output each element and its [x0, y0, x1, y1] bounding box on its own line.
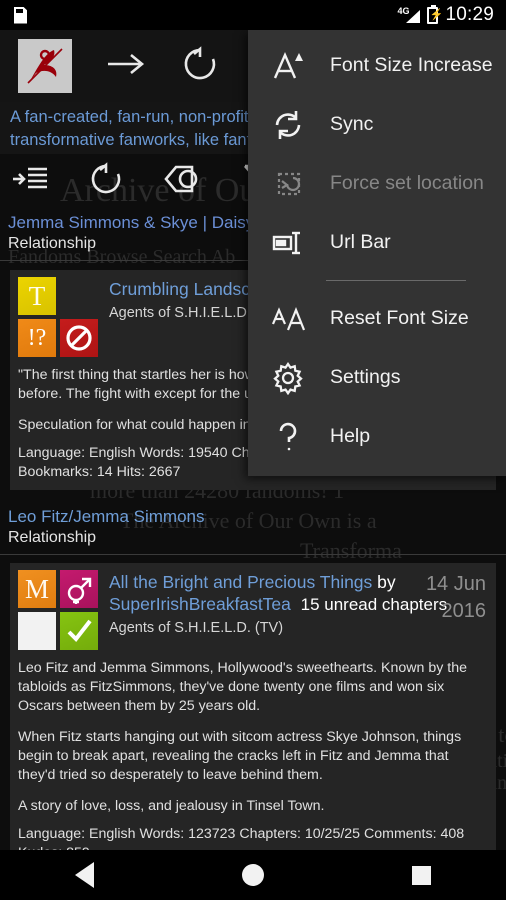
work-badges: T !? [18, 277, 100, 357]
warning-none-icon[interactable] [18, 612, 56, 650]
category-het-icon[interactable] [60, 570, 98, 608]
recents-icon [412, 865, 432, 885]
reload-icon[interactable] [180, 44, 220, 89]
work-summary: Leo Fitz and Jemma Simmons, Hollywood's … [18, 659, 488, 816]
work-author-link[interactable]: SuperIrishBreakfastTea [109, 594, 291, 614]
menu-item-label: Reset Font Size [330, 307, 469, 329]
work-summary-paragraph: A story of love, loss, and jealousy in T… [18, 798, 325, 814]
menu-item-font-size-increase[interactable]: Font Size Increase [248, 36, 506, 95]
signal-bars-icon [406, 10, 421, 23]
tag-header-2: Leo Fitz/Jemma Simmons Relationship [0, 500, 506, 555]
work-date-year: 2016 [441, 600, 487, 622]
indent-list-icon[interactable] [10, 162, 50, 201]
rating-teen-icon[interactable]: T [18, 277, 56, 315]
back-icon [74, 862, 94, 888]
phone-screen: 4G ⚡ 10:29 Archive of Our Own Fandoms Bro… [0, 0, 506, 900]
work-title-link[interactable]: All the Bright and Precious Things [109, 572, 372, 592]
work-summary-paragraph: Leo Fitz and Jemma Simmons, Hollywood's … [18, 660, 468, 714]
force-set-location-icon [270, 166, 306, 202]
work-date: 14 Jun 2016 [426, 571, 486, 625]
reset-font-size-icon [270, 301, 306, 337]
tags-icon[interactable] [162, 162, 204, 201]
work-card[interactable]: 14 Jun 2016 M All the Bright and Precious… [10, 563, 496, 890]
nav-recents-button[interactable] [337, 865, 506, 885]
menu-item-url-bar[interactable]: Url Bar [248, 213, 506, 272]
menu-item-reset-font-size[interactable]: Reset Font Size [248, 289, 506, 348]
work-badges: M [18, 570, 100, 650]
work-date-day: 14 Jun [425, 573, 486, 595]
rating-mature-icon[interactable]: M [18, 570, 56, 608]
ao3-logo-icon[interactable] [18, 39, 72, 93]
menu-separator [326, 280, 466, 281]
tag-type: Relationship [8, 529, 97, 546]
sync-icon [270, 107, 306, 143]
refresh-icon[interactable] [86, 159, 126, 204]
tag-name[interactable]: Leo Fitz/Jemma Simmons [8, 506, 498, 527]
android-navigation-bar [0, 850, 506, 900]
menu-item-settings[interactable]: Settings [248, 348, 506, 407]
nav-home-button[interactable] [169, 864, 338, 886]
menu-item-label: Force set location [330, 172, 484, 194]
status-bar-right: 4G ⚡ 10:29 [397, 4, 506, 26]
work-complete-icon[interactable] [60, 612, 98, 650]
status-bar: 4G ⚡ 10:29 [0, 0, 506, 30]
nav-back-button[interactable] [0, 862, 169, 888]
home-icon [242, 864, 264, 886]
work-incomplete-icon[interactable] [60, 319, 98, 357]
menu-item-label: Settings [330, 366, 401, 388]
menu-item-label: Help [330, 425, 371, 447]
menu-item-force-set-location: Force set location [248, 154, 506, 213]
signal-4g-icon: 4G [397, 6, 421, 23]
help-icon [270, 419, 306, 455]
forward-icon[interactable] [104, 49, 148, 84]
by-word: by [372, 572, 396, 592]
battery-charging-icon: ⚡ [427, 4, 443, 24]
sd-card-icon [14, 6, 27, 24]
warning-choose-not-to-use-icon[interactable]: !? [18, 319, 56, 357]
status-bar-left [0, 6, 27, 24]
menu-item-label: Url Bar [330, 231, 391, 253]
menu-item-sync[interactable]: Sync [248, 95, 506, 154]
url-bar-icon [270, 225, 306, 261]
overflow-menu[interactable]: Font Size Increase Sync Force set locati… [248, 30, 506, 476]
status-bar-clock: 10:29 [445, 4, 494, 25]
gear-icon [270, 360, 306, 396]
menu-item-label: Sync [330, 113, 374, 135]
menu-item-label: Font Size Increase [330, 54, 493, 76]
work-summary-paragraph: When Fitz starts hanging out with sitcom… [18, 729, 462, 783]
font-size-increase-icon [270, 48, 306, 84]
menu-item-help[interactable]: Help [248, 407, 506, 466]
category-multi-icon[interactable] [60, 277, 98, 315]
